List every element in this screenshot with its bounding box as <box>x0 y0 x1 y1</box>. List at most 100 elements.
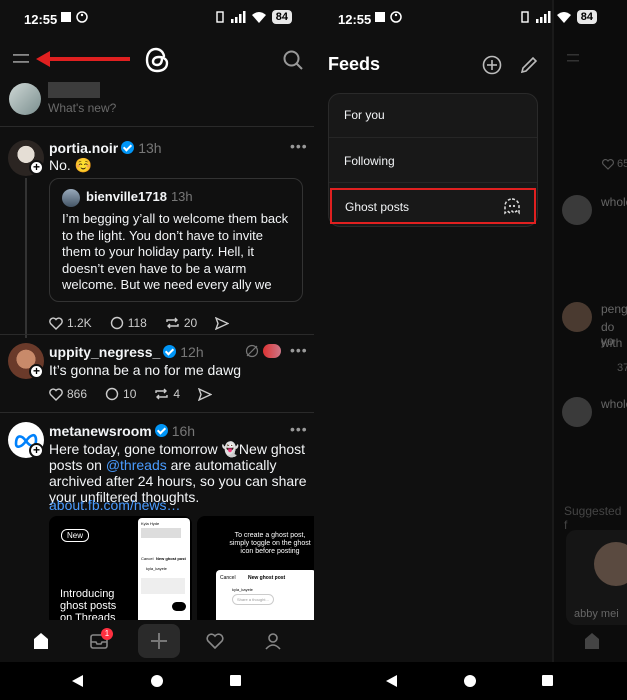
menu-icon[interactable] <box>13 52 31 66</box>
more-options-icon[interactable]: ••• <box>290 138 308 154</box>
like-button[interactable]: 866 <box>49 387 87 401</box>
verified-icon <box>163 345 177 358</box>
suggested-name-dim: abby mei <box>574 608 619 620</box>
recents-icon[interactable] <box>230 675 242 687</box>
avatar-bienville <box>62 189 80 207</box>
more-options-icon[interactable]: ••• <box>290 421 308 437</box>
mock-handle: kyla_kayele <box>146 566 167 571</box>
feeds-list: For you Following Ghost posts <box>328 93 538 227</box>
comment-button[interactable]: 118 <box>110 316 147 330</box>
signal-icon <box>230 11 246 23</box>
android-nav-bar <box>0 662 314 700</box>
heart-icon <box>49 316 63 330</box>
avatar-dim-2 <box>562 302 592 332</box>
quoted-post[interactable]: bienville1718 13h I’m begging y’all to we… <box>49 178 303 302</box>
quote-time: 13h <box>170 189 193 204</box>
feed-item-following[interactable]: Following <box>329 138 537 183</box>
post-time: 13h <box>138 140 162 156</box>
avatar-dim-3 <box>562 397 592 427</box>
feed-item-for-you[interactable]: For you <box>329 94 537 138</box>
home-circle-icon[interactable] <box>150 674 164 688</box>
post-text: No. ☺️ <box>49 157 93 173</box>
post-text: Here today, gone tomorrow 👻New ghost pos… <box>49 441 309 505</box>
back-icon[interactable] <box>72 675 84 687</box>
search-icon[interactable] <box>283 50 303 70</box>
repost-button[interactable]: 4 <box>154 387 180 401</box>
username-text[interactable]: uppity_negress_ <box>49 344 160 360</box>
status-time: 12:55 <box>338 12 372 27</box>
back-icon[interactable] <box>386 675 398 687</box>
verified-icon <box>121 141 135 154</box>
accessibility-icon <box>76 11 88 23</box>
signal-icon <box>535 11 551 23</box>
post-username[interactable]: uppity_negress_ 12h <box>49 344 204 360</box>
home-icon-dim <box>585 633 599 649</box>
repost-count: 20 <box>183 316 198 330</box>
new-badge: New <box>61 529 90 542</box>
quote-text: I’m begging y’all to welcome them back t… <box>62 211 289 295</box>
threads-logo-icon[interactable] <box>144 46 172 74</box>
quote-username-text[interactable]: bienville1718 <box>86 189 167 204</box>
ghost-icon <box>504 198 520 215</box>
home-circle-icon[interactable] <box>463 674 477 688</box>
mention-link[interactable]: @threads <box>106 457 167 473</box>
mock-placeholder: Share a thought... <box>232 594 274 605</box>
media-card-2[interactable]: To create a ghost post, simply toggle on… <box>197 516 314 626</box>
feeds-title: Feeds <box>328 54 381 74</box>
feeds-drawer-screen: 65 whole peng do yo with 37 whole Sugges… <box>314 0 627 700</box>
share-button[interactable] <box>198 387 213 401</box>
avatar-dim-4 <box>594 542 627 586</box>
android-nav-bar <box>314 662 627 700</box>
red-arrow-icon <box>36 51 130 67</box>
threads-home-screen: 12:55 84 What's new? + portia.noir 13h ••… <box>0 0 314 700</box>
profile-icon[interactable] <box>264 632 282 650</box>
status-bar: 12:55 84 <box>0 0 314 36</box>
media-caption: To create a ghost post, simply toggle on… <box>229 532 311 555</box>
media-card-1[interactable]: New Introducing ghost posts on Threads K… <box>49 516 192 626</box>
feed-label: Following <box>344 154 395 168</box>
post-link[interactable]: about.fb.com/news… <box>49 497 181 513</box>
username-text[interactable]: portia.noir <box>49 140 118 156</box>
avatar-dim-1 <box>562 195 592 225</box>
follow-plus-icon[interactable]: + <box>29 443 44 458</box>
follow-plus-icon[interactable]: + <box>29 160 44 175</box>
status-bar: 12:55 84 <box>314 0 627 36</box>
suggested-card-dim: abby mei <box>566 530 627 625</box>
battery-level: 84 <box>271 10 292 24</box>
repost-button[interactable]: 20 <box>165 316 197 330</box>
quote-username[interactable]: bienville1718 13h <box>86 189 193 204</box>
divider <box>0 334 314 335</box>
post-username[interactable]: portia.noir 13h <box>49 140 162 156</box>
comment-button[interactable]: 10 <box>105 387 136 401</box>
repost-icon <box>166 317 179 329</box>
notification-icon <box>375 12 385 22</box>
mock-handle: kyla_kayele <box>232 587 253 592</box>
recents-icon[interactable] <box>542 675 554 687</box>
more-options-icon[interactable]: ••• <box>290 342 308 358</box>
ghost-toggle-icon <box>172 602 186 611</box>
post-actions: 866 10 4 <box>49 387 226 401</box>
feed-item-ghost-posts[interactable]: Ghost posts <box>330 188 536 224</box>
like-button[interactable]: 1.2K <box>49 316 92 330</box>
mock-name: Kyla Hyde <box>141 521 160 526</box>
compose-input[interactable]: What's new? <box>48 101 116 115</box>
username-redacted <box>48 82 100 98</box>
mock-new-ghost: New ghost post <box>248 575 286 581</box>
phone-mock: Kyla Hyde Cancel New ghost post kyla_kay… <box>138 518 190 624</box>
wifi-icon <box>251 12 266 23</box>
share-button[interactable] <box>215 316 230 330</box>
activity-heart-icon[interactable] <box>206 633 224 649</box>
feed-label: For you <box>344 108 385 122</box>
home-icon[interactable] <box>32 632 50 650</box>
post-username[interactable]: metanewsroom 16h <box>49 423 195 439</box>
user-dim-3: whole <box>601 397 627 411</box>
notification-badge: 1 <box>101 628 113 640</box>
status-time: 12:55 <box>24 12 58 27</box>
create-post-button[interactable] <box>138 624 180 658</box>
username-text[interactable]: metanewsroom <box>49 423 152 439</box>
edit-pencil-icon[interactable] <box>519 55 539 75</box>
post-text: It’s gonna be a no for me dawg <box>49 362 241 378</box>
add-feed-icon[interactable] <box>482 55 502 75</box>
follow-plus-icon[interactable]: + <box>29 364 44 379</box>
user-dim-1: whole <box>601 195 627 209</box>
